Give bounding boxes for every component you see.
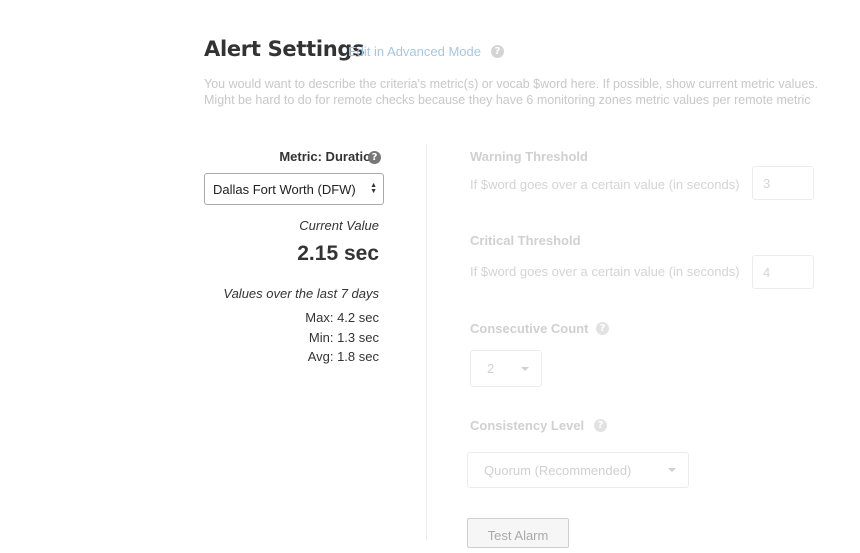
warning-threshold-input[interactable]: 3	[752, 166, 814, 200]
current-value-label: Current Value	[299, 218, 379, 233]
history-label: Values over the last 7 days	[223, 286, 379, 301]
critical-threshold-hint: If $word goes over a certain value (in s…	[470, 264, 740, 279]
description-line-1: You would want to describe the criteria'…	[204, 77, 818, 91]
page-title: Alert Settings	[204, 37, 365, 61]
select-arrows-icon: ▲ ▼	[370, 182, 377, 195]
critical-threshold-input[interactable]: 4	[752, 255, 814, 289]
consistency-level-value: Quorum (Recommended)	[484, 463, 632, 478]
warning-threshold-hint: If $word goes over a certain value (in s…	[470, 177, 740, 192]
warning-threshold-label: Warning Threshold	[470, 149, 588, 164]
metric-label: Metric: Duration	[279, 149, 379, 164]
location-select[interactable]: Dallas Fort Worth (DFW) ▲ ▼	[204, 173, 384, 205]
consistency-level-label: Consistency Level	[470, 418, 585, 433]
page-description: You would want to describe the criteria'…	[204, 76, 860, 108]
chevron-down-icon	[668, 468, 676, 472]
min-value: Min: 1.3 sec	[308, 330, 379, 345]
consecutive-count-value: 2	[487, 361, 495, 376]
column-divider	[426, 144, 427, 540]
description-line-2: Might be hard to do for remote checks be…	[204, 93, 811, 107]
help-icon[interactable]: ?	[491, 45, 504, 58]
current-value: 2.15 sec	[297, 242, 379, 265]
test-alarm-button[interactable]: Test Alarm	[467, 518, 569, 548]
avg-value: Avg: 1.8 sec	[307, 349, 379, 364]
consistency-help-icon[interactable]: ?	[594, 419, 607, 432]
edit-advanced-mode-link[interactable]: Edit in Advanced Mode	[348, 44, 481, 59]
consecutive-count-select[interactable]: 2	[470, 350, 542, 387]
consistency-level-select[interactable]: Quorum (Recommended)	[467, 452, 689, 488]
chevron-down-icon	[521, 367, 529, 371]
metric-help-icon[interactable]: ?	[368, 151, 381, 164]
max-value: Max: 4.2 sec	[305, 310, 379, 325]
consecutive-help-icon[interactable]: ?	[596, 322, 609, 335]
critical-threshold-label: Critical Threshold	[470, 233, 581, 248]
location-select-value: Dallas Fort Worth (DFW)	[213, 182, 356, 197]
consecutive-count-label: Consecutive Count	[470, 321, 589, 336]
